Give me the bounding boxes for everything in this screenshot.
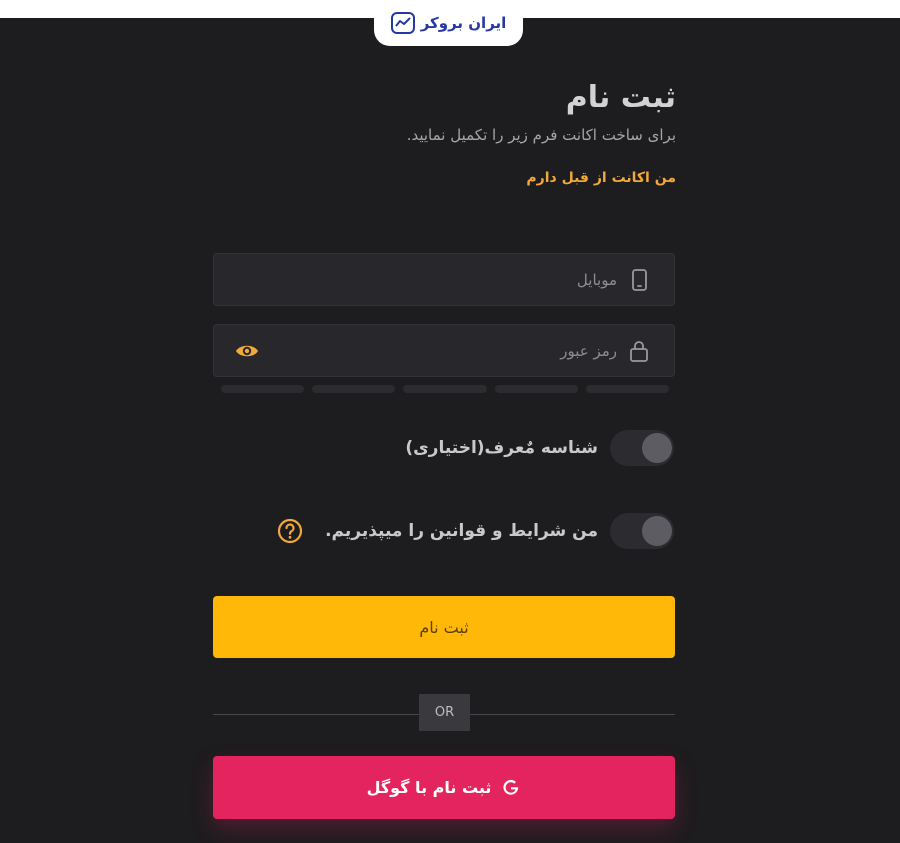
google-signup-label: ثبت نام با گوگل: [366, 778, 492, 797]
question-circle-icon[interactable]: [277, 518, 303, 544]
page-title: ثبت نام: [565, 80, 676, 115]
existing-account-link[interactable]: من اکانت از قبل دارم: [526, 170, 676, 186]
brand-logo[interactable]: ایران بروکر: [374, 0, 523, 46]
lock-icon: [630, 341, 648, 362]
google-g-icon: [503, 779, 519, 795]
mobile-phone-icon: [632, 269, 647, 291]
mobile-input[interactable]: [274, 254, 619, 305]
toggle-knob: [642, 516, 672, 546]
password-field[interactable]: [213, 324, 675, 377]
strength-segment: [220, 385, 305, 393]
strength-segment: [585, 385, 669, 393]
password-input[interactable]: [274, 325, 619, 376]
referral-row: شناسه مٌعرف(اختیاری): [405, 428, 674, 468]
terms-row: من شرایط و قوانین را میپذیریم.: [277, 511, 674, 551]
submit-button[interactable]: ثبت نام: [213, 596, 675, 658]
referral-toggle[interactable]: [610, 430, 674, 466]
referral-label: شناسه مٌعرف(اختیاری): [405, 438, 598, 458]
strength-segment: [312, 385, 396, 393]
toggle-knob: [642, 433, 672, 463]
password-strength-meter: [220, 385, 669, 393]
brand-logo-text: ایران بروکر: [420, 14, 507, 32]
or-divider: OR: [419, 694, 470, 731]
eye-icon[interactable]: [234, 339, 260, 363]
page-subtitle: برای ساخت اکانت فرم زیر را تکمیل نمایید.: [406, 126, 676, 144]
strength-segment: [494, 385, 578, 393]
google-signup-button[interactable]: ثبت نام با گوگل: [213, 756, 675, 819]
terms-toggle[interactable]: [610, 513, 674, 549]
mobile-field[interactable]: [213, 253, 675, 306]
brand-chart-icon: [390, 12, 415, 34]
terms-label: من شرایط و قوانین را میپذیریم.: [325, 521, 598, 541]
strength-segment: [403, 385, 487, 393]
